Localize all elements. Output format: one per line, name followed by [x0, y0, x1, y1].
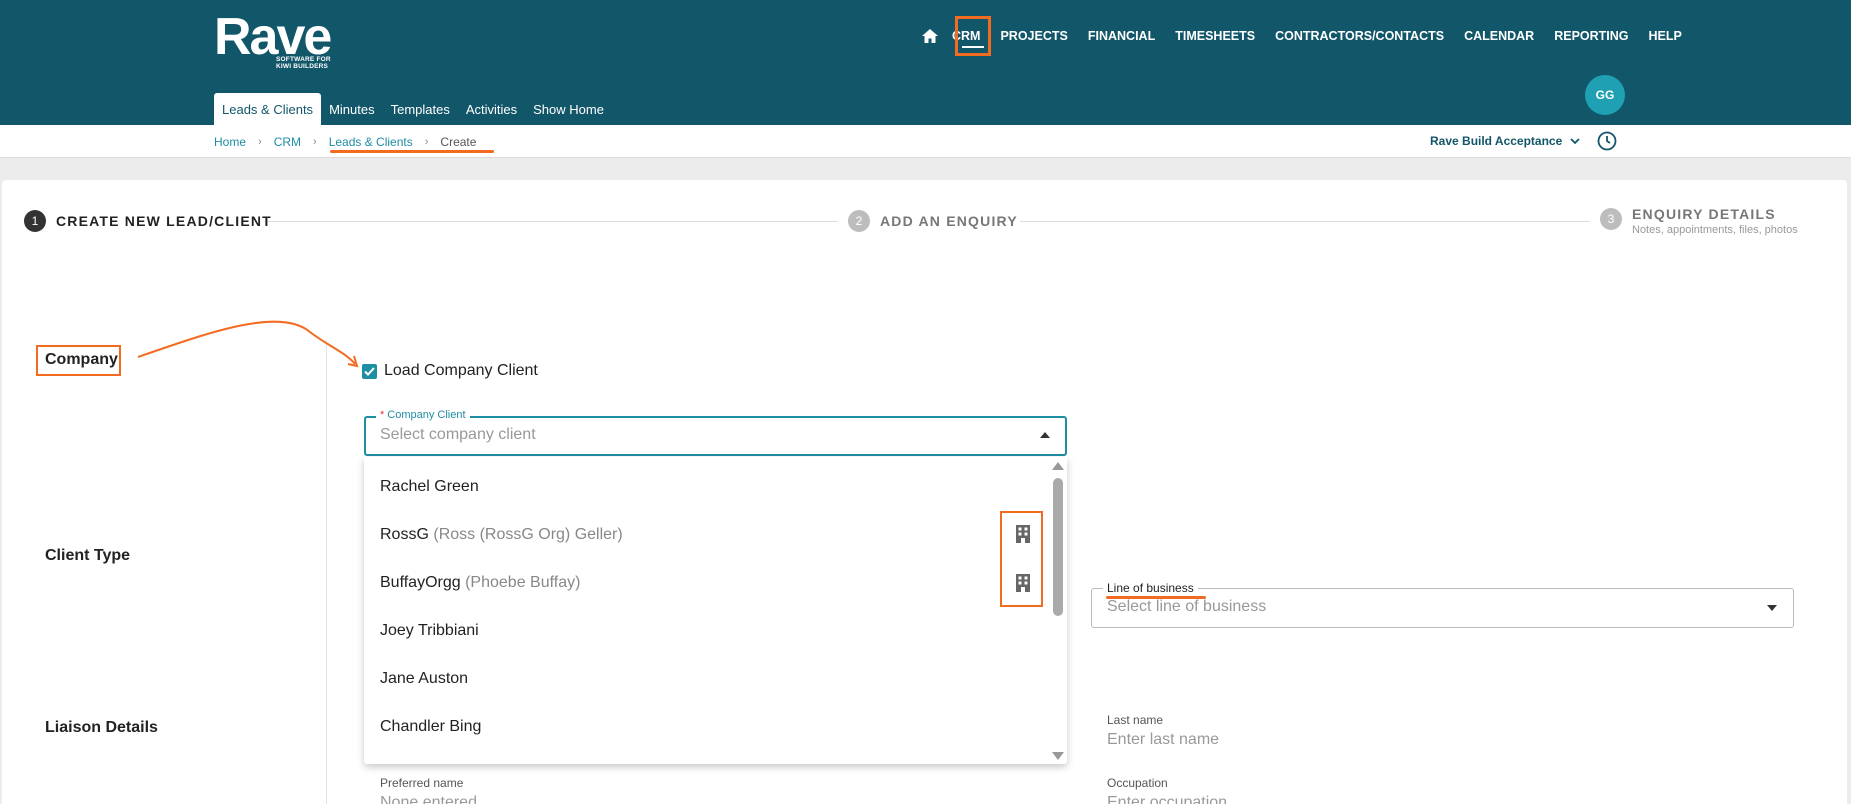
home-icon[interactable] [920, 26, 940, 46]
user-avatar[interactable]: GG [1585, 75, 1625, 115]
step-number: 1 [24, 210, 46, 232]
breadcrumb-leads-clients[interactable]: Leads & Clients [329, 135, 413, 149]
last-name-label: Last name [1107, 713, 1164, 727]
dropdown-option[interactable]: Rachel Green [380, 478, 479, 496]
chevron-down-icon [1570, 134, 1580, 148]
tab-minutes[interactable]: Minutes [321, 93, 383, 125]
step-label: CREATE NEW LEAD/CLIENT [56, 213, 272, 229]
nav-contractors-contacts[interactable]: CONTRACTORS/CONTACTS [1275, 29, 1444, 43]
section-liaison-details: Liaison Details [45, 719, 158, 736]
company-highlight-annotation [36, 345, 121, 376]
load-company-client-checkbox[interactable] [362, 364, 377, 379]
nav-projects[interactable]: PROJECTS [1000, 29, 1067, 43]
section-divider [326, 340, 327, 804]
step-description: Notes, appointments, files, photos [1632, 224, 1798, 236]
check-icon [364, 367, 375, 376]
rave-logo[interactable]: Rave SOFTWARE FOR KIWI BUILDERS [214, 8, 332, 70]
company-client-dropdown: Rachel Green RossG (Ross (RossG Org) Gel… [364, 457, 1067, 764]
stepper-connector [268, 221, 838, 222]
step-label: ADD AN ENQUIRY [880, 213, 1018, 229]
preferred-name-input[interactable]: None entered [380, 794, 477, 804]
nav-reporting[interactable]: REPORTING [1554, 29, 1628, 43]
breadcrumb-create: Create [440, 135, 477, 149]
company-client-placeholder: Select company client [380, 426, 536, 443]
nav-calendar[interactable]: CALENDAR [1464, 29, 1534, 43]
breadcrumb-crm[interactable]: CRM [274, 135, 301, 149]
tab-show-home[interactable]: Show Home [525, 93, 612, 125]
clock-icon[interactable] [1597, 131, 1617, 151]
occupation-input[interactable]: Enter occupation [1107, 794, 1227, 804]
tab-leads-clients[interactable]: Leads & Clients [214, 93, 322, 125]
occupation-label: Occupation [1107, 776, 1168, 790]
logo-subtext: SOFTWARE FOR KIWI BUILDERS [276, 56, 331, 70]
scroll-down-arrow[interactable] [1052, 752, 1064, 760]
tab-templates[interactable]: Templates [383, 93, 458, 125]
company-client-label: * Company Client [376, 409, 470, 421]
dropdown-option[interactable]: RossG (Ross (RossG Org) Geller) [380, 526, 623, 544]
last-name-input[interactable]: Enter last name [1107, 731, 1219, 749]
stepper-connector [1020, 221, 1590, 222]
nav-financial[interactable]: FINANCIAL [1088, 29, 1155, 43]
step-label: ENQUIRY DETAILS [1632, 206, 1776, 222]
caret-down-icon[interactable] [1767, 605, 1777, 611]
section-client-type: Client Type [45, 547, 131, 564]
breadcrumb: Home › CRM › Leads & Clients › Create [214, 135, 476, 149]
line-of-business-placeholder: Select line of business [1107, 598, 1267, 615]
crm-highlight-annotation [955, 16, 991, 56]
dropdown-option[interactable]: Jane Auston [380, 670, 468, 688]
step-enquiry-details: 3 ENQUIRY DETAILS Notes, appointments, f… [1600, 206, 1798, 236]
step-add-enquiry: 2 ADD AN ENQUIRY [848, 210, 1018, 232]
breadcrumb-highlight-annotation [330, 150, 494, 153]
org-selector-label: Rave Build Acceptance [1430, 134, 1563, 148]
breadcrumb-home[interactable]: Home [214, 135, 246, 149]
nav-help[interactable]: HELP [1649, 29, 1682, 43]
breadcrumb-separator: › [424, 136, 429, 148]
line-of-business-label: Line of business [1103, 581, 1198, 595]
scroll-up-arrow[interactable] [1052, 462, 1064, 470]
org-selector[interactable]: Rave Build Acceptance [1430, 134, 1580, 148]
step-create-lead: 1 CREATE NEW LEAD/CLIENT [24, 210, 272, 232]
nav-timesheets[interactable]: TIMESHEETS [1175, 29, 1255, 43]
dropdown-option[interactable]: BuffayOrgg (Phoebe Buffay) [380, 574, 580, 592]
logo-text: Rave [214, 8, 332, 66]
main-nav: CRM PROJECTS FINANCIAL TIMESHEETS CONTRA… [920, 26, 1702, 46]
preferred-name-label: Preferred name [380, 776, 464, 790]
dropdown-option[interactable]: Chandler Bing [380, 718, 481, 736]
step-number: 3 [1600, 208, 1622, 230]
breadcrumb-separator: › [258, 136, 262, 148]
dropdown-scrollbar[interactable] [1053, 478, 1063, 616]
step-number: 2 [848, 210, 870, 232]
dropdown-option[interactable]: Joey Tribbiani [380, 622, 479, 640]
sub-nav: Leads & Clients Minutes Templates Activi… [214, 93, 612, 125]
annotation-arrow [137, 320, 359, 368]
breadcrumb-separator: › [313, 136, 317, 148]
caret-up-icon[interactable] [1040, 432, 1050, 438]
tab-activities[interactable]: Activities [458, 93, 525, 125]
company-icon-highlight-annotation [1000, 511, 1043, 607]
load-company-client-label[interactable]: Load Company Client [384, 362, 538, 380]
